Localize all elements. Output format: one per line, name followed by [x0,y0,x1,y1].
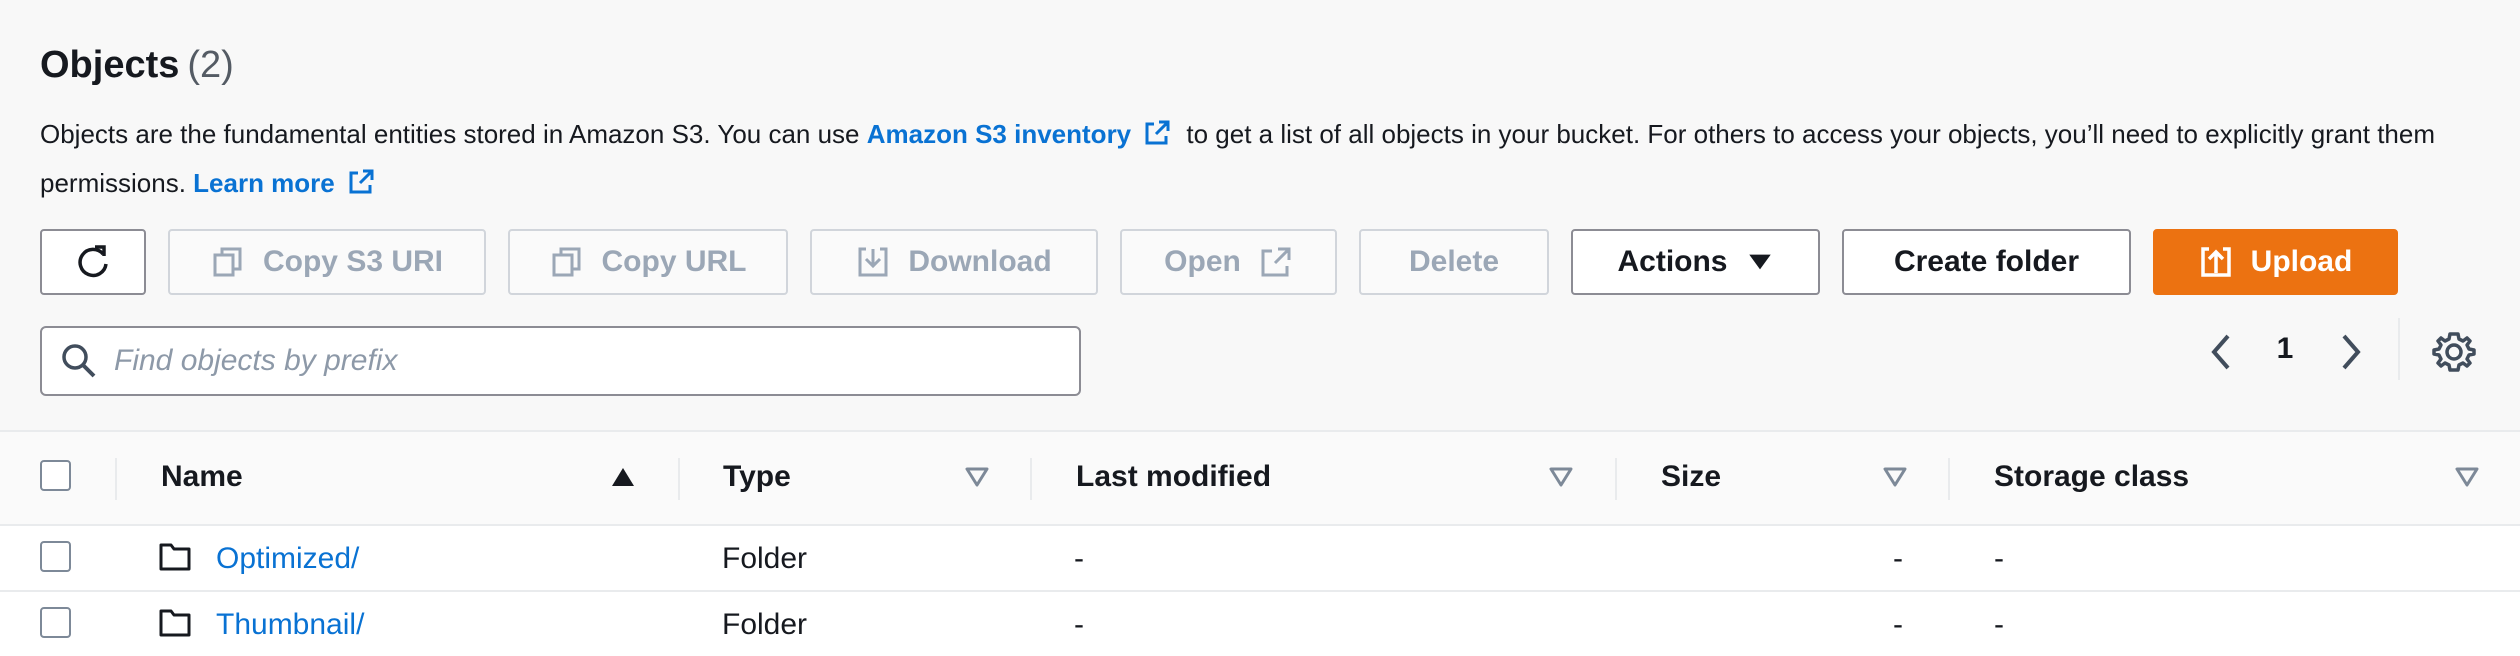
delete-button[interactable]: Delete [1359,229,1549,295]
row-checkbox[interactable] [40,541,71,572]
column-header-storage-class[interactable]: Storage class [1994,460,2189,494]
column-divider [1030,458,1032,500]
object-last-modified: - [1074,542,1084,575]
column-divider [115,458,117,500]
table-row [0,526,2520,590]
select-all-checkbox[interactable] [40,460,71,491]
previous-page-icon[interactable] [2200,330,2244,374]
column-header-last-modified[interactable]: Last modified [1076,460,1271,494]
object-count: (2) [187,44,234,86]
page-title: Objects (2) [40,44,234,87]
column-header-type[interactable]: Type [723,460,791,494]
sort-ascending-icon[interactable] [610,466,636,488]
object-name-link[interactable]: Thumbnail/ [216,608,364,642]
caret-down-icon [1748,254,1771,270]
actions-dropdown[interactable]: Actions [1571,229,1820,295]
next-page-icon[interactable] [2328,330,2372,374]
object-name-link[interactable]: Optimized/ [216,542,359,576]
external-link-icon [1261,247,1291,277]
download-button[interactable]: Download [810,229,1098,295]
column-header-name[interactable]: Name [161,460,243,494]
column-divider [678,458,680,500]
upload-icon [2200,247,2231,277]
upload-label: Upload [2250,245,2353,278]
current-page-number[interactable]: 1 [2270,332,2300,366]
row-checkbox[interactable] [40,607,71,638]
description: Objects are the fundamental entities sto… [40,110,2480,208]
sort-icon[interactable] [964,466,990,488]
delete-label: Delete [1408,245,1500,278]
s3-inventory-link[interactable]: Amazon S3 inventory [867,119,1131,149]
copy-url-button[interactable]: Copy URL [508,229,788,295]
refresh-button[interactable] [40,229,146,295]
object-type: Folder [722,542,808,575]
gear-icon[interactable] [2430,328,2478,376]
folder-icon [159,609,191,637]
refresh-icon [78,245,108,278]
title-text: Objects [40,44,180,86]
object-storage-class: - [1994,542,2004,575]
divider [2398,318,2400,380]
create-folder-button[interactable]: Create folder [1842,229,2131,295]
search-icon [62,344,96,378]
download-label: Download [908,245,1052,278]
open-label: Open [1164,245,1241,278]
external-link-icon [349,169,374,194]
folder-icon [159,543,191,571]
column-divider [1615,458,1617,500]
copy-s3-uri-button[interactable]: Copy S3 URI [168,229,486,295]
download-icon [858,247,888,277]
open-button[interactable]: Open [1120,229,1337,295]
learn-more-link[interactable]: Learn more [193,168,335,198]
object-storage-class: - [1994,608,2004,641]
column-header-size[interactable]: Size [1661,460,1721,494]
sort-icon[interactable] [1548,466,1574,488]
table-row [0,592,2520,656]
copy-icon [213,247,242,277]
copy-icon [552,247,580,277]
actions-label: Actions [1617,245,1728,278]
external-link-icon [1145,120,1170,145]
upload-button[interactable]: Upload [2153,229,2398,295]
sort-icon[interactable] [1882,466,1908,488]
object-size: - [1893,608,1903,641]
object-size: - [1893,542,1903,575]
search-box [40,326,1081,396]
description-text-1: Objects are the fundamental entities sto… [40,119,867,149]
column-divider [1948,458,1950,500]
object-last-modified: - [1074,608,1084,641]
object-type: Folder [722,608,808,641]
copy-s3-uri-label: Copy S3 URI [262,245,444,278]
create-folder-label: Create folder [1893,245,2080,278]
search-input[interactable] [114,344,1014,378]
sort-icon[interactable] [2454,466,2480,488]
copy-url-label: Copy URL [601,245,747,278]
